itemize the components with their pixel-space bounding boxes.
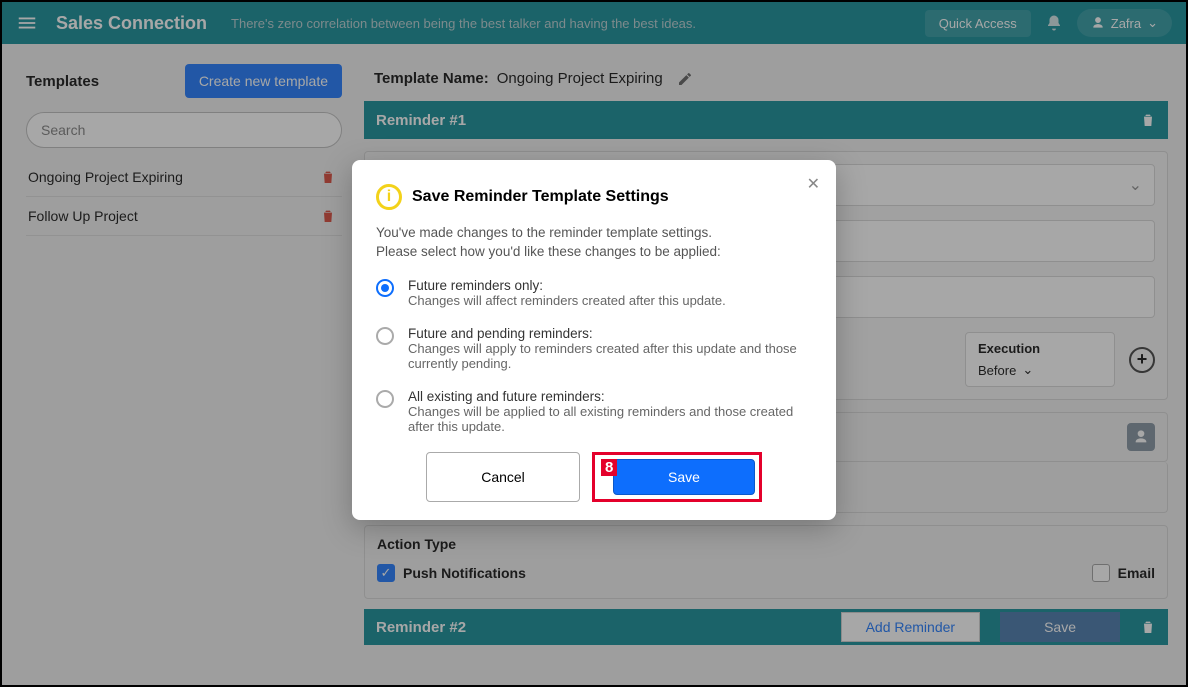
option-title: Future reminders only: <box>408 278 726 293</box>
step-highlight: 8 Save <box>592 452 762 502</box>
close-icon[interactable]: ✕ <box>807 174 820 194</box>
info-icon: i <box>376 184 402 210</box>
modal-save-button[interactable]: Save <box>613 459 755 495</box>
cancel-button[interactable]: Cancel <box>426 452 580 502</box>
option-future-pending[interactable]: Future and pending reminders: Changes wi… <box>376 326 812 371</box>
step-number: 8 <box>601 459 617 476</box>
option-desc: Changes will apply to reminders created … <box>408 341 812 371</box>
option-title: Future and pending reminders: <box>408 326 812 341</box>
option-desc: Changes will affect reminders created af… <box>408 293 726 308</box>
modal-body-line: You've made changes to the reminder temp… <box>376 224 812 243</box>
modal-overlay: ✕ i Save Reminder Template Settings You'… <box>2 2 1186 685</box>
radio-button[interactable] <box>376 279 394 297</box>
save-settings-modal: ✕ i Save Reminder Template Settings You'… <box>352 160 836 520</box>
option-title: All existing and future reminders: <box>408 389 812 404</box>
option-all[interactable]: All existing and future reminders: Chang… <box>376 389 812 434</box>
radio-button[interactable] <box>376 390 394 408</box>
modal-title: Save Reminder Template Settings <box>412 188 669 206</box>
radio-button[interactable] <box>376 327 394 345</box>
option-desc: Changes will be applied to all existing … <box>408 404 812 434</box>
modal-body-line: Please select how you'd like these chang… <box>376 243 812 262</box>
option-future-only[interactable]: Future reminders only: Changes will affe… <box>376 278 812 308</box>
